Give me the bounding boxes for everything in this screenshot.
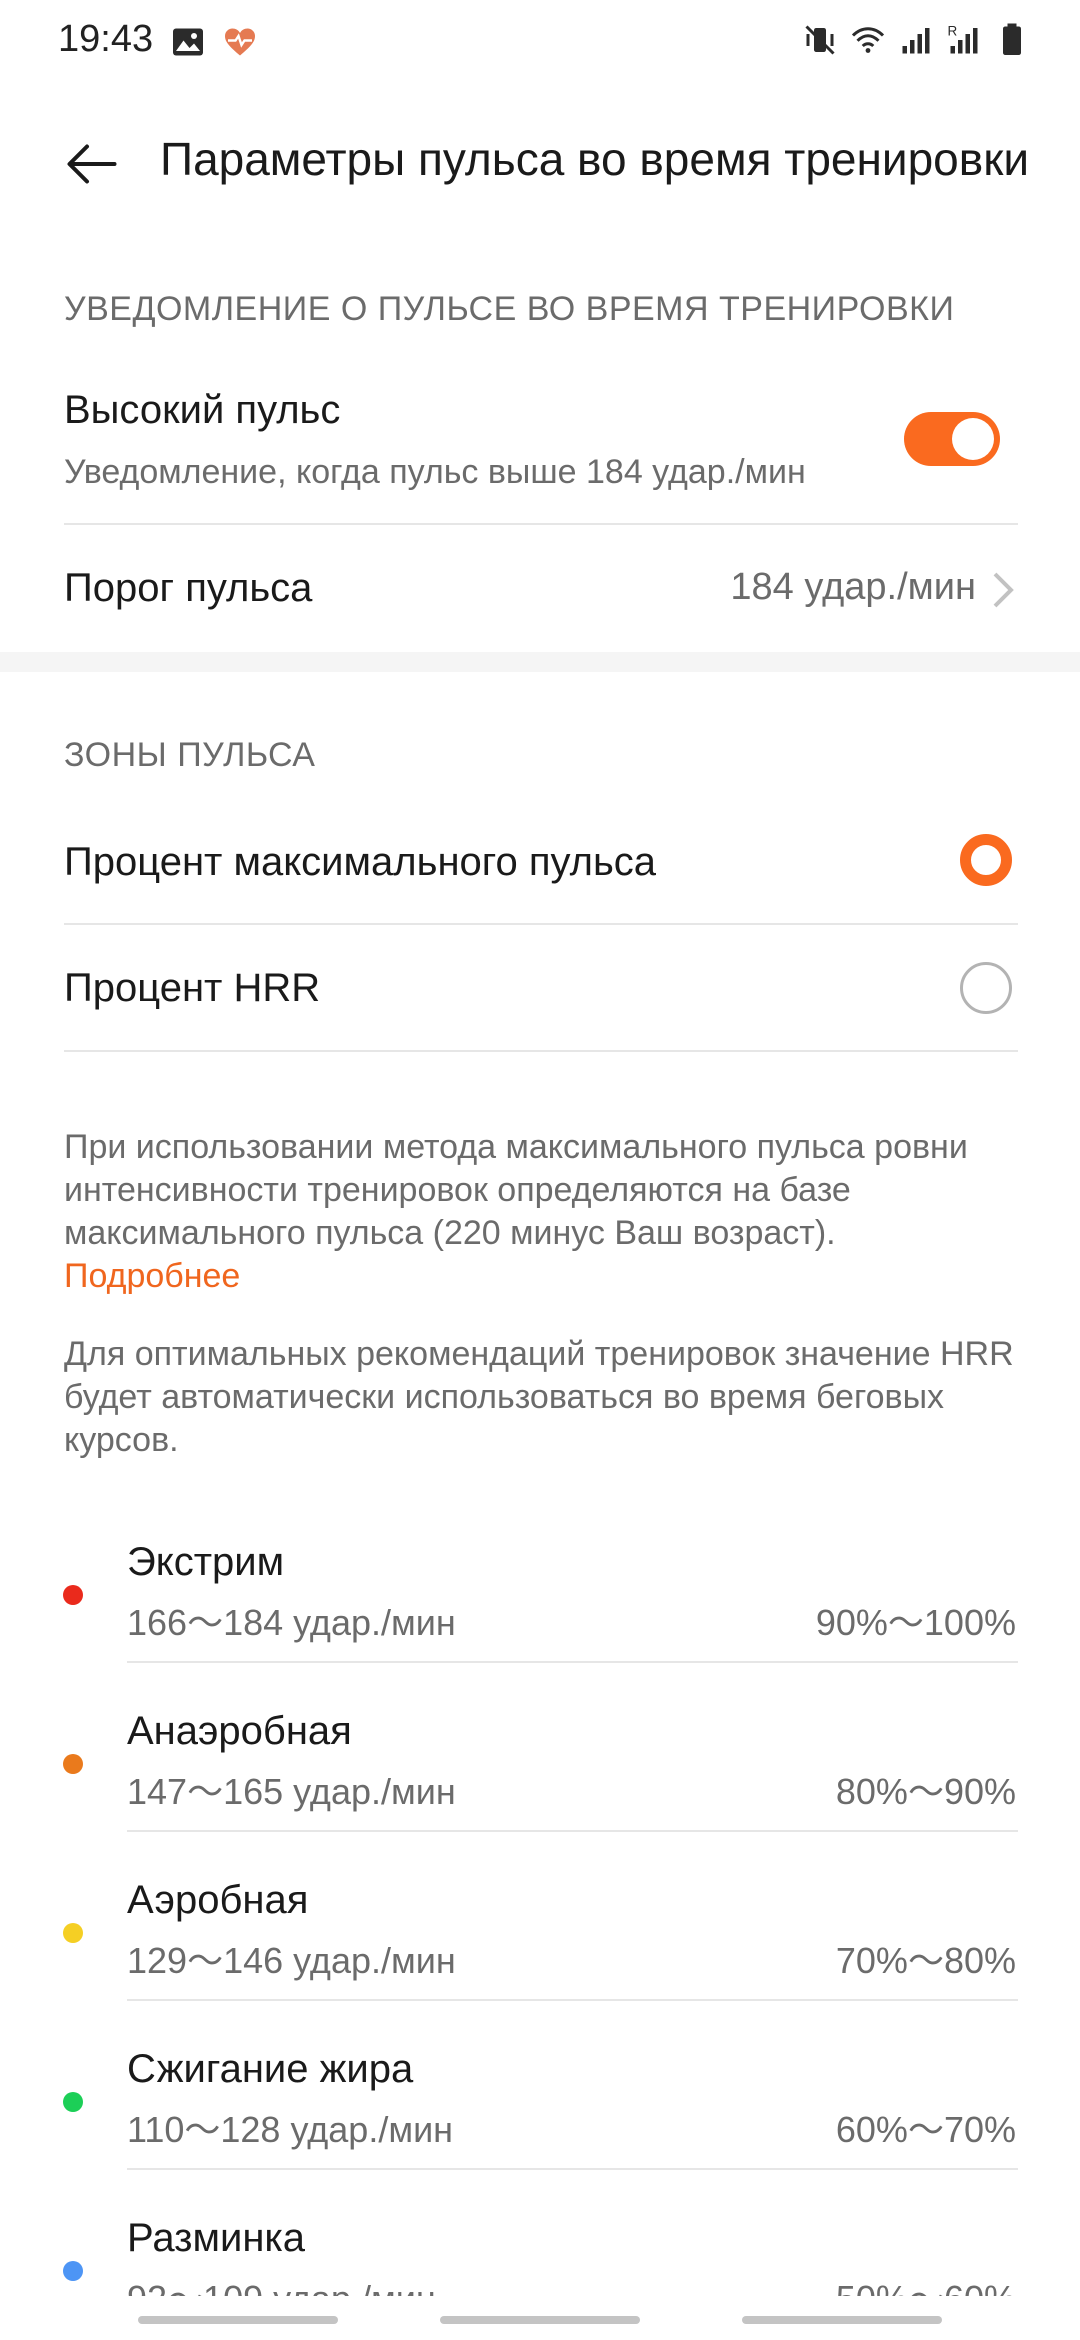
nav-pill-right[interactable] — [742, 2316, 942, 2324]
radio-unselected[interactable] — [960, 962, 1012, 1014]
nav-pill-center[interactable] — [440, 2316, 640, 2324]
radio-selected[interactable] — [960, 834, 1012, 886]
zone-name: Анаэробная — [127, 1709, 352, 1753]
more-link[interactable]: Подробнее — [64, 1255, 1024, 1298]
threshold-value: 184 удар./мин — [730, 566, 976, 608]
zone-percent: 90%～100% — [815, 1602, 1016, 1643]
zone-range: 166～184 удар./мин — [127, 1602, 456, 1643]
zone-color-dot — [63, 2092, 83, 2112]
info-max-pulse-text: При использовании метода максимального п… — [64, 1128, 968, 1252]
divider — [64, 1050, 1018, 1052]
zone-color-dot — [63, 2261, 83, 2281]
zone-name: Экстрим — [127, 1540, 285, 1584]
arrow-left-icon — [67, 144, 117, 184]
zone-name: Аэробная — [127, 1878, 309, 1922]
zone-color-dot — [63, 1754, 83, 1774]
roaming-signal-icon: R — [948, 24, 978, 54]
zone-name: Разминка — [127, 2216, 306, 2260]
page-title: Параметры пульса во время тренировки — [160, 133, 1030, 185]
back-button[interactable] — [56, 128, 128, 200]
status-left-icons — [170, 24, 258, 60]
high-pulse-title: Высокий пульс — [64, 388, 341, 432]
high-pulse-toggle[interactable] — [904, 412, 1000, 466]
wifi-icon — [851, 27, 885, 53]
option-max-pulse[interactable]: Процент максимального пульса — [0, 800, 1080, 920]
zone-row[interactable]: Аэробная 129～146 удар./мин 70%～80% — [0, 1878, 1080, 2047]
divider — [64, 923, 1018, 925]
divider — [64, 523, 1018, 525]
zone-color-dot — [63, 1923, 83, 1943]
gallery-icon — [173, 28, 203, 56]
heart-rate-icon — [225, 28, 255, 56]
section-header-notification: УВЕДОМЛЕНИЕ О ПУЛЬСЕ ВО ВРЕМЯ ТРЕНИРОВКИ — [64, 290, 955, 328]
status-time: 19:43 — [58, 18, 154, 60]
high-pulse-subtitle: Уведомление, когда пульс выше 184 удар./… — [64, 453, 806, 491]
zone-range: 110～128 удар./мин — [127, 2109, 454, 2150]
zone-percent: 70%～80% — [835, 1940, 1016, 1981]
signal-icon — [902, 28, 930, 54]
toggle-knob — [952, 418, 994, 460]
svg-text:R: R — [948, 24, 958, 39]
section-separator — [0, 652, 1080, 672]
nav-pill-left[interactable] — [138, 2316, 338, 2324]
divider — [127, 1830, 1018, 1832]
zone-row[interactable]: Экстрим 166～184 удар./мин 90%～100% — [0, 1540, 1080, 1709]
chevron-right-icon — [993, 572, 1014, 608]
divider — [127, 1661, 1018, 1663]
vibrate-mute-icon — [805, 25, 835, 55]
option-max-pulse-label: Процент максимального пульса — [64, 840, 657, 884]
divider — [127, 2168, 1018, 2170]
zone-range: 147～165 удар./мин — [127, 1771, 456, 1812]
battery-icon — [1003, 23, 1021, 55]
section-header-zones: ЗОНЫ ПУЛЬСА — [64, 736, 316, 774]
threshold-label: Порог пульса — [64, 566, 313, 610]
zone-name: Сжигание жира — [127, 2047, 414, 2091]
zone-row[interactable]: Анаэробная 147～165 удар./мин 80%～90% — [0, 1709, 1080, 1878]
option-hrr-label: Процент HRR — [64, 966, 321, 1010]
zone-percent: 80%～90% — [835, 1771, 1016, 1812]
app-header: Параметры пульса во время тренировки — [0, 110, 1080, 210]
zone-row[interactable]: Сжигание жира 110～128 удар./мин 60%～70% — [0, 2047, 1080, 2216]
info-hrr: Для оптимальных рекомендаций тренировок … — [64, 1335, 1014, 1459]
zone-range: 129～146 удар./мин — [127, 1940, 456, 1981]
status-bar: 19:43 R — [0, 0, 1080, 84]
info-max-pulse: При использовании метода максимального п… — [64, 1126, 1024, 1298]
zone-percent: 60%～70% — [835, 2109, 1016, 2150]
screen: 19:43 R Параметры пульса во время тренир… — [0, 0, 1080, 2340]
status-right-icons: R — [802, 22, 1030, 58]
divider — [127, 1999, 1018, 2001]
high-pulse-row[interactable]: Высокий пульс Уведомление, когда пульс в… — [64, 388, 964, 508]
zone-color-dot — [63, 1585, 83, 1605]
navigation-bar — [0, 2296, 1080, 2340]
option-hrr[interactable]: Процент HRR — [0, 926, 1080, 1051]
